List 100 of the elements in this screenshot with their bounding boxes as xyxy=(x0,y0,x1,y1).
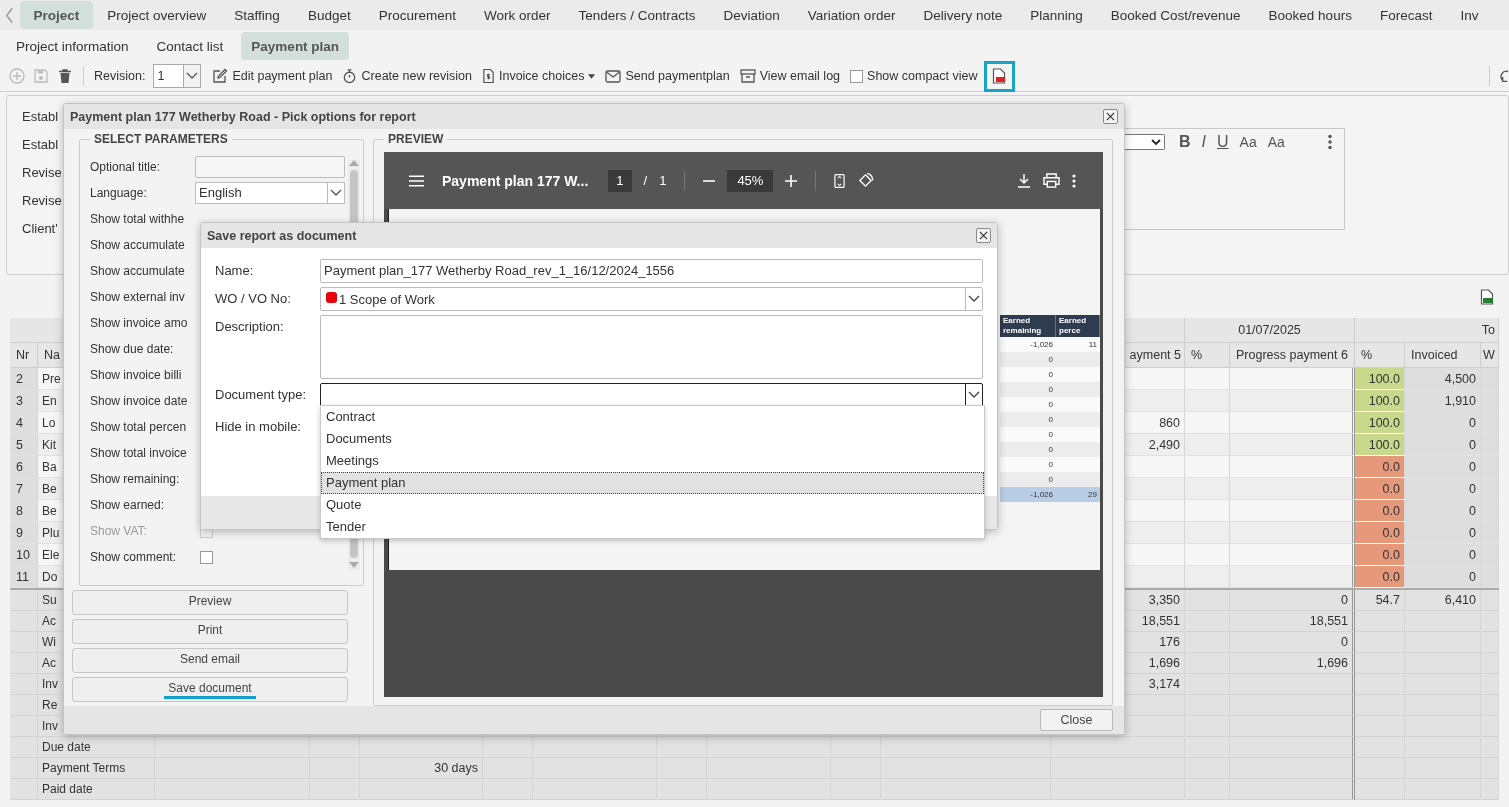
toolbar-button[interactable]: Create new revision xyxy=(342,68,472,84)
format-button[interactable]: Aa xyxy=(1236,134,1260,150)
parameter-label: Optional title: xyxy=(90,160,162,174)
sub-tab[interactable]: Contact list xyxy=(146,32,234,60)
revision-select[interactable]: 1 xyxy=(153,64,202,88)
page-count: 1 xyxy=(659,173,667,188)
nav-tab[interactable]: Project overview xyxy=(93,1,220,29)
table-cell: 0.0 xyxy=(1355,456,1405,478)
dropdown-option[interactable]: Contract xyxy=(321,406,984,428)
table-cell: 0 xyxy=(1405,456,1481,478)
column-header: % xyxy=(1185,343,1230,368)
row-number: 4 xyxy=(10,412,38,434)
document-title: Payment plan 177 W... xyxy=(442,172,589,189)
format-button[interactable]: U xyxy=(1214,133,1232,151)
dialog-button[interactable]: Preview xyxy=(72,590,348,615)
preview-cell-text: 0 xyxy=(1047,459,1054,471)
dialog-button[interactable]: Print xyxy=(72,619,348,644)
preview-cell-text: 0 xyxy=(1047,444,1054,456)
table-cell: 0.0 xyxy=(1355,522,1405,544)
sub-tab[interactable]: Payment plan xyxy=(241,32,350,60)
format-button[interactable]: I xyxy=(1198,133,1209,151)
table-cell: 100.0 xyxy=(1355,434,1405,456)
column-header: Progress payment 6 xyxy=(1230,343,1355,368)
preview-cell-text: -1,026 xyxy=(1029,339,1054,351)
table-cell: 4,500 xyxy=(1405,368,1481,390)
row-number: 9 xyxy=(10,522,38,544)
preview-cell-text: 0 xyxy=(1047,474,1054,486)
table-cell: 0 xyxy=(1405,522,1481,544)
preview-cell-text: 0 xyxy=(1047,384,1054,396)
preview-cell-text: 29 xyxy=(1087,489,1098,501)
revision-label: Revision: xyxy=(94,69,146,83)
table-cell: 0 xyxy=(1405,544,1481,566)
dialog-button[interactable]: Save document xyxy=(72,677,348,702)
nav-tab[interactable]: Deviation xyxy=(710,1,794,29)
nav-tab[interactable]: Inv xyxy=(1446,1,1492,29)
parameter-label: Language: xyxy=(90,186,148,200)
panel-title: PREVIEW xyxy=(387,132,445,146)
nav-tab[interactable]: Staffing xyxy=(220,1,294,29)
field-label: WO / VO No: xyxy=(215,290,292,308)
dropdown-option[interactable]: Payment plan xyxy=(321,472,984,494)
dropdown-option[interactable]: Tender xyxy=(321,516,984,538)
nav-tab[interactable]: Work order xyxy=(470,1,564,29)
table-cell: 0 xyxy=(1405,500,1481,522)
zoom-field[interactable]: 45% xyxy=(727,169,774,192)
dialog-title: Payment plan 177 Wetherby Road - Pick options for report xyxy=(70,109,416,124)
panel-title: SELECT PARAMETERS xyxy=(93,132,229,146)
table-cell: 0 xyxy=(1405,566,1481,588)
dialog-button[interactable]: Send email xyxy=(72,648,348,673)
field-label: Establ xyxy=(22,136,60,154)
column-group-header: To xyxy=(1355,318,1499,343)
toolbar-button[interactable]: Send paymentplan xyxy=(605,69,730,83)
field-label: Description: xyxy=(215,318,285,336)
select-field[interactable]: 1 Scope of Work xyxy=(320,287,983,311)
column-header: Nr xyxy=(10,343,38,368)
nav-tab[interactable]: Planning xyxy=(1016,1,1097,29)
name-field[interactable]: Payment plan_177 Wetherby Road_rev_1_16/12/2024_1556 xyxy=(320,259,983,283)
nav-tab[interactable]: Forecast xyxy=(1366,1,1446,29)
table-cell: 100.0 xyxy=(1355,368,1405,390)
nav-tab[interactable]: Delivery note xyxy=(909,1,1016,29)
preview-cell-text: 0 xyxy=(1047,369,1054,381)
nav-tab[interactable]: Project xyxy=(20,1,93,29)
format-button[interactable]: B xyxy=(1176,133,1194,151)
preview-cell-text: -1,026 xyxy=(1029,489,1054,501)
preview-cell-text: 0 xyxy=(1047,399,1054,411)
dialog-title: Save report as document xyxy=(207,228,357,243)
nav-tab[interactable]: Variation order xyxy=(794,1,909,29)
preview-cell-text: 0 xyxy=(1047,354,1054,366)
parameter-label: Show invoice amo xyxy=(90,316,189,330)
format-button[interactable]: Aa xyxy=(1264,134,1288,150)
dropdown-option[interactable]: Quote xyxy=(321,494,984,516)
nav-tab[interactable]: Booked hours xyxy=(1255,1,1366,29)
parameter-label: Show accumulate xyxy=(90,264,186,278)
dropdown-option[interactable]: Meetings xyxy=(321,450,984,472)
column-header: % xyxy=(1355,343,1405,368)
sub-tab[interactable]: Project information xyxy=(6,32,139,60)
toolbar-button[interactable]: Invoice choices xyxy=(481,68,596,84)
dropdown-option[interactable]: Documents xyxy=(321,428,984,450)
compact-view-checkbox[interactable]: Show compact view xyxy=(850,69,978,83)
parameter-label: Show external inv xyxy=(90,290,186,304)
table-cell: 0.0 xyxy=(1355,544,1405,566)
column-header: Invoiced xyxy=(1405,343,1481,368)
row-number: 10 xyxy=(10,544,38,566)
table-cell: 1,910 xyxy=(1405,390,1481,412)
field-label: Name: xyxy=(215,262,255,280)
row-number: 2 xyxy=(10,368,38,390)
nav-tab[interactable]: Budget xyxy=(294,1,365,29)
page-number-field[interactable]: 1 xyxy=(608,169,632,192)
row-number: 11 xyxy=(10,566,38,588)
field-label: Hide in mobile: xyxy=(215,418,302,436)
row-number: 5 xyxy=(10,434,38,456)
column-header: W xyxy=(1481,343,1499,368)
nav-tab[interactable]: Booked Cost/revenue xyxy=(1097,1,1255,29)
toolbar-button[interactable]: View email log xyxy=(739,69,841,83)
nav-tab[interactable]: Procurement xyxy=(365,1,470,29)
toolbar-button[interactable]: Edit payment plan xyxy=(212,68,333,84)
language-select[interactable]: English xyxy=(195,182,345,204)
column-group-header: 01/07/2025 xyxy=(1185,318,1355,343)
close-button[interactable]: Close xyxy=(1040,709,1113,731)
preview-cell-text: 0 xyxy=(1047,429,1054,441)
nav-tab[interactable]: Tenders / Contracts xyxy=(565,1,710,29)
